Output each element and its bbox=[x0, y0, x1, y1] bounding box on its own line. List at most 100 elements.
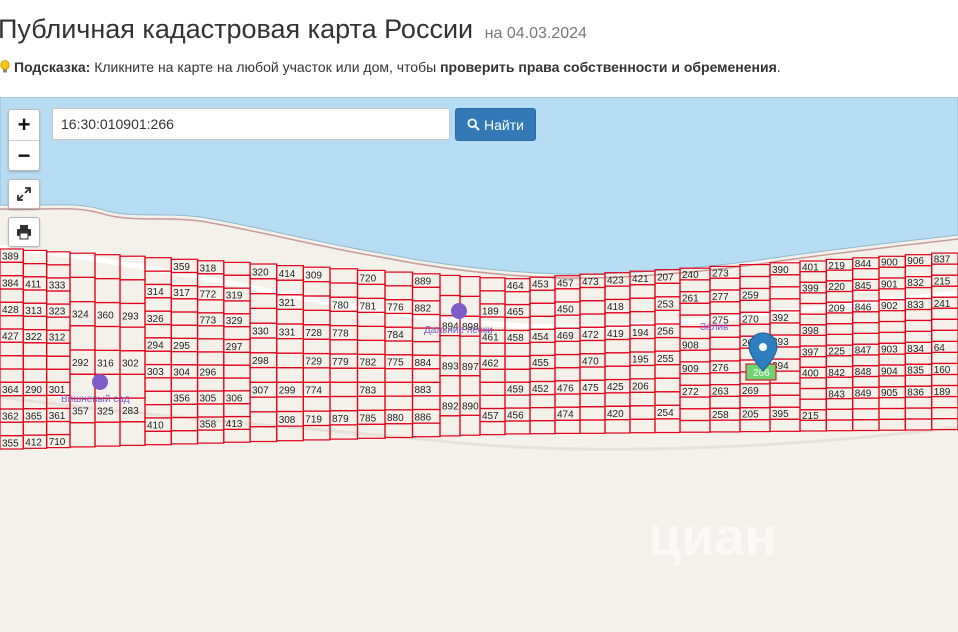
map-canvas[interactable]: 389 384 428 427 364 362 355 411 313 322 290 365 412 3… bbox=[0, 97, 958, 632]
poi-3-label: Залив bbox=[700, 322, 728, 333]
parcel-number: 889 bbox=[415, 277, 432, 288]
parcel-number: 847 bbox=[855, 346, 872, 357]
parcel-number: 836 bbox=[907, 388, 924, 399]
parcel-number: 719 bbox=[305, 414, 322, 425]
print-button[interactable] bbox=[8, 217, 40, 247]
fullscreen-button[interactable] bbox=[8, 179, 40, 209]
parcel-number: 189 bbox=[482, 307, 499, 318]
search-input[interactable] bbox=[52, 108, 450, 140]
parcel-number: 710 bbox=[49, 437, 66, 448]
parcel-number: 772 bbox=[200, 289, 217, 300]
parcel-number: 277 bbox=[712, 292, 729, 303]
parcel-number: 329 bbox=[226, 316, 243, 327]
parcel-number: 457 bbox=[482, 411, 499, 422]
parcel-number: 269 bbox=[742, 386, 759, 397]
parcel-number: 411 bbox=[25, 279, 41, 290]
parcel-number: 774 bbox=[305, 386, 322, 397]
parcel-number: 472 bbox=[582, 330, 599, 341]
parcel-number: 294 bbox=[147, 341, 164, 352]
parcel-number: 205 bbox=[742, 410, 759, 421]
parcel-number: 474 bbox=[557, 410, 574, 421]
zoom-out-button[interactable]: − bbox=[9, 140, 39, 171]
parcel-number: 412 bbox=[25, 438, 42, 449]
parcel-number: 425 bbox=[607, 382, 624, 393]
parcel-number: 320 bbox=[252, 267, 269, 278]
parcel-number: 428 bbox=[2, 305, 19, 316]
watermark-text: циан bbox=[648, 507, 777, 567]
parcel-number: 358 bbox=[200, 420, 217, 431]
parcel-number: 397 bbox=[802, 347, 819, 358]
parcel-number: 299 bbox=[279, 386, 296, 397]
parcel-number: 834 bbox=[907, 344, 924, 355]
parcel-number: 313 bbox=[25, 306, 42, 317]
parcel-number: 207 bbox=[657, 273, 674, 284]
parcel-number: 303 bbox=[147, 367, 164, 378]
parcel-number: 470 bbox=[582, 356, 599, 367]
parcel-number: 293 bbox=[122, 311, 139, 322]
parcel-number: 326 bbox=[147, 314, 164, 325]
find-button[interactable]: Найти bbox=[455, 108, 536, 141]
parcel-number: 456 bbox=[507, 411, 524, 422]
hint-text: Кликните на карте на любой участок или д… bbox=[94, 59, 437, 75]
parcel-number: 414 bbox=[279, 269, 296, 280]
lightbulb-icon bbox=[0, 60, 10, 73]
parcel-number: 773 bbox=[200, 315, 217, 326]
parcel-number: 897 bbox=[462, 362, 479, 373]
parcel-number: 455 bbox=[532, 358, 549, 369]
zoom-in-button[interactable]: + bbox=[9, 110, 39, 140]
parcel-number: 256 bbox=[657, 327, 674, 338]
poi-2-label: Дальние пески bbox=[424, 325, 493, 336]
parcel-number: 904 bbox=[881, 366, 898, 377]
parcel-number: 900 bbox=[881, 258, 898, 269]
cadastral-map[interactable]: 389 384 428 427 364 362 355 411 313 322 290 365 412 3… bbox=[0, 97, 958, 632]
parcel-number: 304 bbox=[173, 367, 190, 378]
parcel-number: 194 bbox=[632, 328, 649, 339]
parcel-number: 308 bbox=[279, 415, 296, 426]
poi-icon bbox=[92, 374, 108, 390]
parcel-number: 893 bbox=[442, 362, 459, 373]
parcel-number: 309 bbox=[305, 270, 322, 281]
parcel-number: 64 bbox=[934, 343, 946, 354]
parcel-number: 395 bbox=[772, 409, 789, 420]
parcel-number: 832 bbox=[907, 278, 924, 289]
parcel-number: 195 bbox=[632, 355, 649, 366]
parcel-number: 302 bbox=[122, 359, 139, 370]
parcel-number: 206 bbox=[632, 382, 649, 393]
parcel-number: 846 bbox=[855, 302, 872, 313]
parcel-number: 459 bbox=[507, 385, 524, 396]
parcel-number: 902 bbox=[881, 301, 898, 312]
parcel-number: 462 bbox=[482, 359, 499, 370]
parcel-number: 457 bbox=[557, 278, 574, 289]
parcel-number: 906 bbox=[907, 256, 924, 267]
parcel-number: 779 bbox=[332, 357, 349, 368]
parcel-number: 418 bbox=[607, 302, 624, 313]
parcel-number: 389 bbox=[2, 252, 19, 263]
parcel-number: 778 bbox=[332, 329, 349, 340]
zoom-control: + − bbox=[8, 109, 40, 171]
parcel-number: 255 bbox=[657, 354, 674, 365]
parcel-number: 884 bbox=[415, 358, 432, 369]
parcel-number: 219 bbox=[828, 261, 845, 272]
parcel-number: 421 bbox=[632, 274, 649, 285]
parcel-number: 780 bbox=[332, 300, 349, 311]
parcel-number: 420 bbox=[607, 409, 624, 420]
expand-icon bbox=[17, 187, 31, 201]
parcel-number: 365 bbox=[25, 411, 42, 422]
parcel-number: 220 bbox=[828, 282, 845, 293]
parcel-number: 355 bbox=[2, 438, 19, 449]
parcel-number: 452 bbox=[532, 384, 549, 395]
parcel-number: 784 bbox=[387, 330, 404, 341]
parcel-number: 283 bbox=[122, 406, 139, 417]
parcel-number: 728 bbox=[305, 328, 322, 339]
parcel-number: 240 bbox=[682, 270, 699, 281]
parcel-number: 225 bbox=[828, 346, 845, 357]
parcel-number: 316 bbox=[97, 358, 114, 369]
parcel-number: 883 bbox=[415, 385, 432, 396]
parcel-number: 843 bbox=[828, 389, 845, 400]
parcel-number: 305 bbox=[200, 394, 217, 405]
poi-1-label: Вишневый сад bbox=[61, 394, 130, 405]
parcel-number: 295 bbox=[173, 341, 190, 352]
date-value: 04.03.2024 bbox=[506, 25, 587, 42]
parcel-number: 263 bbox=[712, 387, 729, 398]
parcel-number: 333 bbox=[49, 280, 66, 291]
